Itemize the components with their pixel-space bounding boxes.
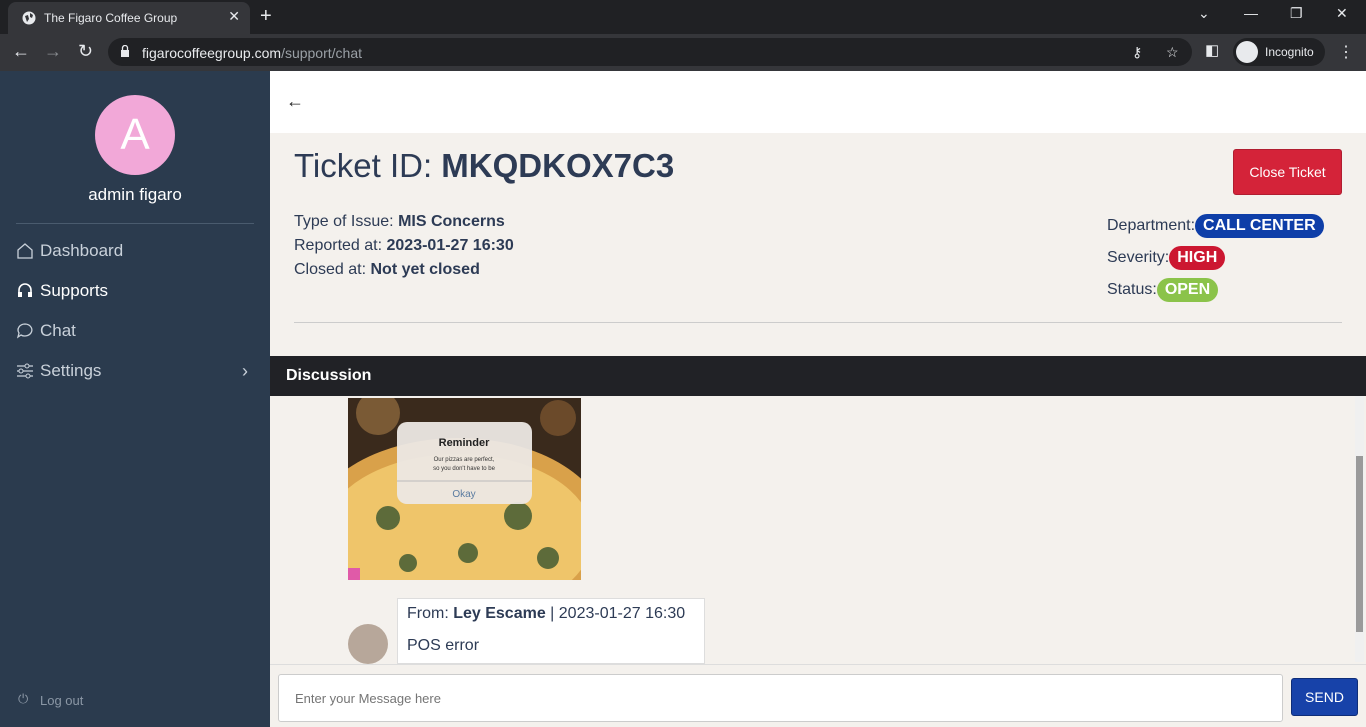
- headset-icon: [18, 283, 32, 297]
- tab-search-icon[interactable]: ⌄: [1198, 5, 1210, 22]
- sidebar-item-label: Supports: [40, 281, 109, 300]
- message-meta: From: Ley Escame | 2023-01-27 16:30: [407, 605, 686, 622]
- incognito-indicator[interactable]: Incognito: [1233, 38, 1325, 66]
- logout-label: Log out: [40, 693, 84, 708]
- reminder-line-2: so you don't have to be: [433, 466, 496, 472]
- back-icon[interactable]: ←: [12, 41, 30, 62]
- sidebar: A admin figaro Dashboard Supports Chat S…: [0, 71, 270, 727]
- closed-at-value: Not yet closed: [370, 261, 480, 278]
- sidebar-item-chat[interactable]: Chat: [16, 316, 254, 346]
- restore-icon[interactable]: ❐: [1290, 5, 1303, 22]
- browser-tab[interactable]: The Figaro Coffee Group ✕: [8, 2, 250, 34]
- divider: [294, 322, 1342, 323]
- message-text: POS error: [407, 637, 480, 654]
- reminder-title: Reminder: [439, 437, 490, 449]
- severity-label: Severity:: [1107, 249, 1170, 266]
- globe-icon: [22, 11, 36, 25]
- sidebar-item-label: Dashboard: [40, 241, 124, 260]
- home-icon: [17, 243, 33, 259]
- incognito-label: Incognito: [1265, 45, 1314, 59]
- department-badge: CALL CENTER: [1195, 214, 1324, 238]
- key-icon[interactable]: ⚷: [1132, 44, 1142, 61]
- composer: SEND: [270, 664, 1366, 727]
- window-close-icon[interactable]: ✕: [1336, 5, 1348, 22]
- reminder-okay: Okay: [452, 489, 475, 500]
- sidebar-item-label: Settings: [40, 361, 102, 380]
- issue-type: Type of Issue: MIS Concerns: [294, 213, 505, 230]
- status-row: Status: OPEN: [1107, 278, 1219, 302]
- scroll-thumb[interactable]: [1356, 456, 1363, 632]
- address-bar[interactable]: figarocoffeegroup.com/support/chat ⚷ ☆: [108, 38, 1192, 66]
- url-text: figarocoffeegroup.com/support/chat: [142, 45, 362, 61]
- severity-row: Severity: HIGH: [1107, 246, 1226, 270]
- username: admin figaro: [88, 185, 182, 204]
- content-topbar: ←: [270, 71, 1366, 133]
- browser-toolbar: ← → ↻ figarocoffeegroup.com/support/chat…: [0, 34, 1366, 71]
- sidebar-divider: [16, 223, 254, 224]
- kebab-menu-icon[interactable]: ⋮: [1338, 42, 1354, 62]
- ticket-id: MKQDKOX7C3: [441, 147, 675, 184]
- status-badge: OPEN: [1156, 278, 1219, 302]
- tab-title: The Figaro Coffee Group: [44, 11, 178, 25]
- close-ticket-button[interactable]: Close Ticket: [1233, 149, 1342, 195]
- issue-type-value: MIS Concerns: [398, 213, 505, 230]
- reported-at-value: 2023-01-27 16:30: [386, 237, 514, 254]
- sidebar-item-supports[interactable]: Supports: [16, 276, 254, 306]
- chat-image-attachment[interactable]: Reminder Our pizzas are perfect, so you …: [348, 398, 581, 580]
- send-button[interactable]: SEND: [1291, 678, 1358, 716]
- reported-at: Reported at: 2023-01-27 16:30: [294, 237, 514, 254]
- minimize-icon[interactable]: —: [1244, 5, 1258, 21]
- message-input[interactable]: [278, 674, 1283, 722]
- avatar[interactable]: A: [95, 95, 175, 175]
- department-row: Department: CALL CENTER: [1107, 214, 1324, 238]
- forward-icon[interactable]: →: [44, 41, 62, 62]
- severity-badge: HIGH: [1169, 246, 1226, 270]
- close-tab-icon[interactable]: ✕: [228, 8, 240, 25]
- back-arrow-icon[interactable]: ←: [286, 91, 304, 112]
- department-label: Department:: [1107, 217, 1196, 234]
- ticket-title: Ticket ID: MKQDKOX7C3: [294, 147, 674, 185]
- reminder-line-1: Our pizzas are perfect,: [434, 457, 495, 463]
- chat-scrollbar[interactable]: [1355, 396, 1364, 662]
- browser-tabstrip: The Figaro Coffee Group ✕ + ⌄ — ❐ ✕: [0, 0, 1366, 34]
- chevron-right-icon: ›: [242, 361, 248, 381]
- sliders-icon: [17, 363, 33, 379]
- avatar: [348, 624, 388, 664]
- reload-icon[interactable]: ↻: [78, 41, 93, 62]
- new-tab-icon[interactable]: +: [260, 5, 272, 28]
- message-timestamp: | 2023-01-27 16:30: [545, 605, 686, 622]
- incognito-icon: [1236, 41, 1258, 63]
- chat-bubble-icon: [16, 323, 33, 339]
- star-icon[interactable]: ☆: [1166, 44, 1179, 61]
- message-sender: Ley Escame: [453, 605, 546, 622]
- chat-message: From: Ley Escame | 2023-01-27 16:30 POS …: [397, 598, 705, 664]
- sidebar-item-label: Chat: [40, 321, 76, 340]
- sidebar-item-dashboard[interactable]: Dashboard: [16, 236, 254, 266]
- discussion-title: Discussion: [286, 367, 372, 384]
- status-label: Status:: [1107, 281, 1157, 298]
- power-icon: ⏻: [18, 691, 29, 706]
- sidebar-item-settings[interactable]: Settings ›: [16, 356, 254, 386]
- logout-link[interactable]: ⏻ Log out: [18, 691, 83, 708]
- lock-icon: [121, 45, 129, 57]
- ticket-title-prefix: Ticket ID:: [294, 147, 442, 184]
- discussion-header: Discussion: [270, 356, 1366, 396]
- side-panel-icon[interactable]: ◧: [1205, 41, 1219, 59]
- pizza-image: Reminder Our pizzas are perfect, so you …: [348, 398, 581, 580]
- closed-at: Closed at: Not yet closed: [294, 261, 480, 278]
